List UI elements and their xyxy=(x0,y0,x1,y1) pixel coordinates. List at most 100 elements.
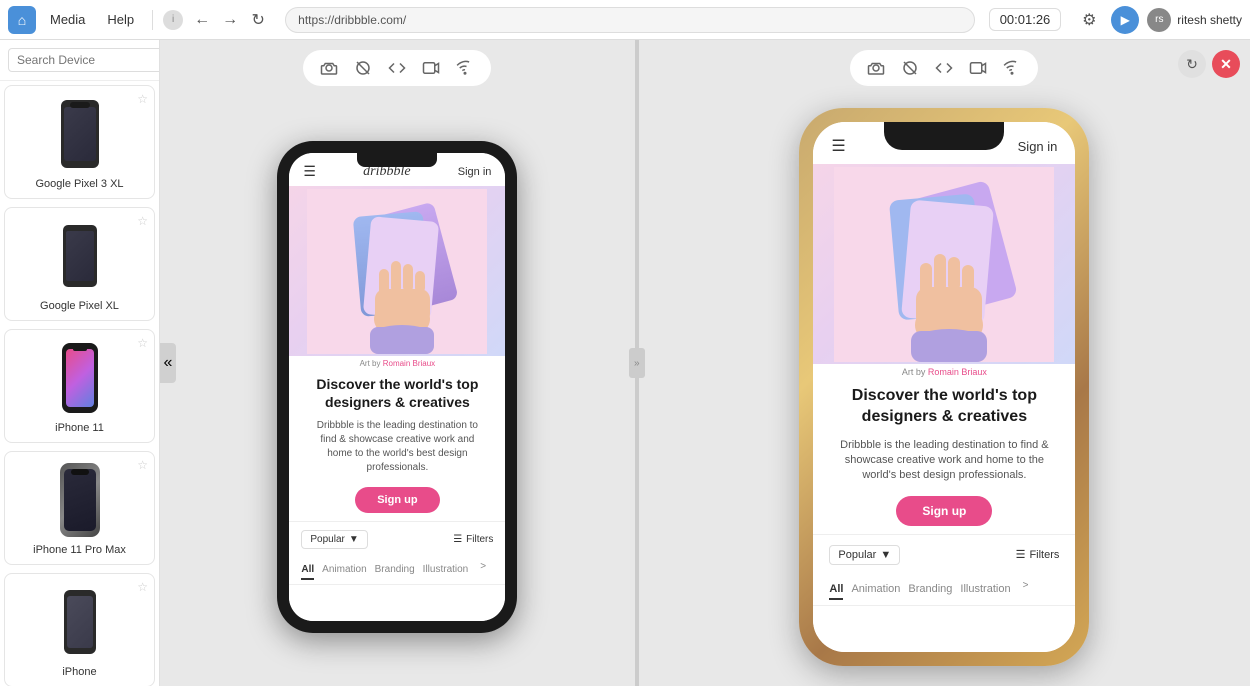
user-info[interactable]: rs ritesh shetty xyxy=(1147,8,1242,32)
filters-bar: Popular ▼ ☰ Filters xyxy=(289,521,505,557)
tab-all-right[interactable]: All xyxy=(829,580,843,600)
dribbble-subtext: Dribbble is the leading destination to f… xyxy=(289,415,505,479)
touch-icon[interactable] xyxy=(351,56,375,80)
collapse-left-button[interactable]: « xyxy=(160,343,176,383)
phone-screen: ☰ dribbble Sign in xyxy=(813,122,1075,652)
left-panel-toolbar xyxy=(303,50,491,86)
content-area: « xyxy=(160,40,1250,686)
tab-animation[interactable]: Animation xyxy=(322,561,366,580)
star-icon[interactable]: ☆ xyxy=(137,214,148,228)
filters-bar-right: Popular ▼ ☰ Filters xyxy=(813,534,1075,575)
settings-button[interactable]: ⚙ xyxy=(1075,6,1103,34)
top-bar: ⌂ Media Help i ← → ↻ https://dribbble.co… xyxy=(0,0,1250,40)
video-icon[interactable] xyxy=(966,56,990,80)
timer: 00:01:26 xyxy=(989,8,1062,31)
dribbble-subtext-right: Dribbble is the leading destination to f… xyxy=(813,434,1075,488)
signup-button-right[interactable]: Sign up xyxy=(896,496,992,526)
avatar: rs xyxy=(1147,8,1171,32)
notch xyxy=(884,122,1004,150)
list-item[interactable]: ☆ Google Pixel XL xyxy=(4,207,155,321)
star-icon[interactable]: ☆ xyxy=(137,580,148,594)
device-thumb xyxy=(13,216,146,296)
signin-link[interactable]: Sign in xyxy=(458,166,492,178)
artist-link-right[interactable]: Romain Briaux xyxy=(928,367,987,377)
camera-icon[interactable] xyxy=(864,56,888,80)
iphone11-frame: ☰ dribbble Sign in xyxy=(277,141,517,633)
art-credit-right: Art by Romain Briaux xyxy=(813,364,1075,380)
tab-animation-right[interactable]: Animation xyxy=(851,580,900,600)
touch-icon[interactable] xyxy=(898,56,922,80)
hamburger-icon[interactable]: ☰ xyxy=(303,163,316,180)
list-item[interactable]: ☆ iPhone xyxy=(4,573,155,686)
close-button[interactable]: ✕ xyxy=(1212,50,1240,78)
popular-dropdown[interactable]: Popular ▼ xyxy=(301,530,367,549)
code-icon[interactable] xyxy=(385,56,409,80)
panel-actions: ↻ ✕ xyxy=(1178,50,1240,78)
hamburger-icon[interactable]: ☰ xyxy=(831,136,845,156)
signup-button[interactable]: Sign up xyxy=(355,487,439,513)
video-icon[interactable] xyxy=(419,56,443,80)
device-name: iPhone xyxy=(13,666,146,678)
hero-image xyxy=(289,186,505,356)
forward-button[interactable]: → xyxy=(217,7,243,33)
list-item[interactable]: ☆ iPhone 11 xyxy=(4,329,155,443)
left-phone-frame: ☰ dribbble Sign in xyxy=(170,98,625,676)
tab-branding-right[interactable]: Branding xyxy=(908,580,952,600)
dribbble-content: ☰ dribbble Sign in xyxy=(289,153,505,621)
main-area: « ☆ Google Pixel 3 XL ☆ xyxy=(0,40,1250,686)
wifi-icon[interactable] xyxy=(453,56,477,80)
popular-dropdown-right[interactable]: Popular ▼ xyxy=(829,545,900,565)
list-item[interactable]: ☆ iPhone 11 Pro Max xyxy=(4,451,155,565)
tab-all[interactable]: All xyxy=(301,561,314,580)
back-button[interactable]: ← xyxy=(189,7,215,33)
art-credit: Art by Romain Briaux xyxy=(289,356,505,371)
tabs-more-icon-right[interactable]: > xyxy=(1023,580,1029,600)
code-icon[interactable] xyxy=(932,56,956,80)
dribbble-headline-right: Discover the world's top designers & cre… xyxy=(813,380,1075,434)
address-bar[interactable]: https://dribbble.com/ xyxy=(285,7,975,33)
device-list: ☆ Google Pixel 3 XL ☆ xyxy=(0,81,159,686)
nav-controls: i ← → ↻ xyxy=(163,7,271,33)
device-thumb xyxy=(13,460,146,540)
sidebar: « ☆ Google Pixel 3 XL ☆ xyxy=(0,40,160,686)
media-menu[interactable]: Media xyxy=(42,8,93,31)
dribbble-content-right: ☰ dribbble Sign in xyxy=(813,122,1075,652)
camera-icon[interactable] xyxy=(317,56,341,80)
filters-button-right[interactable]: ☰ Filters xyxy=(1016,548,1060,561)
filters-button[interactable]: ☰ Filters xyxy=(453,534,493,545)
help-menu[interactable]: Help xyxy=(99,8,142,31)
device-name: iPhone 11 xyxy=(13,422,146,434)
tab-illustration-right[interactable]: Illustration xyxy=(960,580,1010,600)
star-icon[interactable]: ☆ xyxy=(137,458,148,472)
dribbble-headline: Discover the world's top designers & cre… xyxy=(289,371,505,415)
tab-branding[interactable]: Branding xyxy=(375,561,415,580)
search-box: « xyxy=(0,40,159,81)
star-icon[interactable]: ☆ xyxy=(137,92,148,106)
top-bar-right: ⚙ ▶ rs ritesh shetty xyxy=(1075,6,1242,34)
search-input[interactable] xyxy=(8,48,160,72)
right-preview-panel: ↻ ✕ xyxy=(639,40,1250,686)
home-button[interactable]: ⌂ xyxy=(8,6,36,34)
device-thumb xyxy=(13,94,146,174)
tab-illustration[interactable]: Illustration xyxy=(423,561,469,580)
hero-image-right xyxy=(813,164,1075,364)
artist-link[interactable]: Romain Briaux xyxy=(383,359,435,368)
device-name: Google Pixel XL xyxy=(13,300,146,312)
signin-link[interactable]: Sign in xyxy=(1018,139,1058,154)
notch xyxy=(357,153,437,167)
left-preview-panel: « xyxy=(160,40,635,686)
device-thumb xyxy=(13,338,146,418)
wifi-icon[interactable] xyxy=(1000,56,1024,80)
list-item[interactable]: ☆ Google Pixel 3 XL xyxy=(4,85,155,199)
refresh-button[interactable]: ↻ xyxy=(1178,50,1206,78)
tabs-more-icon[interactable]: > xyxy=(480,561,486,580)
record-button[interactable]: ▶ xyxy=(1111,6,1139,34)
star-icon[interactable]: ☆ xyxy=(137,336,148,350)
right-phone-frame: ☰ dribbble Sign in xyxy=(649,98,1240,676)
device-name: iPhone 11 Pro Max xyxy=(13,544,146,556)
reload-button[interactable]: ↻ xyxy=(245,7,271,33)
nav-info: i xyxy=(163,10,183,30)
phone-screen: ☰ dribbble Sign in xyxy=(289,153,505,621)
iphone11promax-frame: ☰ dribbble Sign in xyxy=(799,108,1089,666)
category-tabs-right: All Animation Branding Illustration > xyxy=(813,575,1075,606)
